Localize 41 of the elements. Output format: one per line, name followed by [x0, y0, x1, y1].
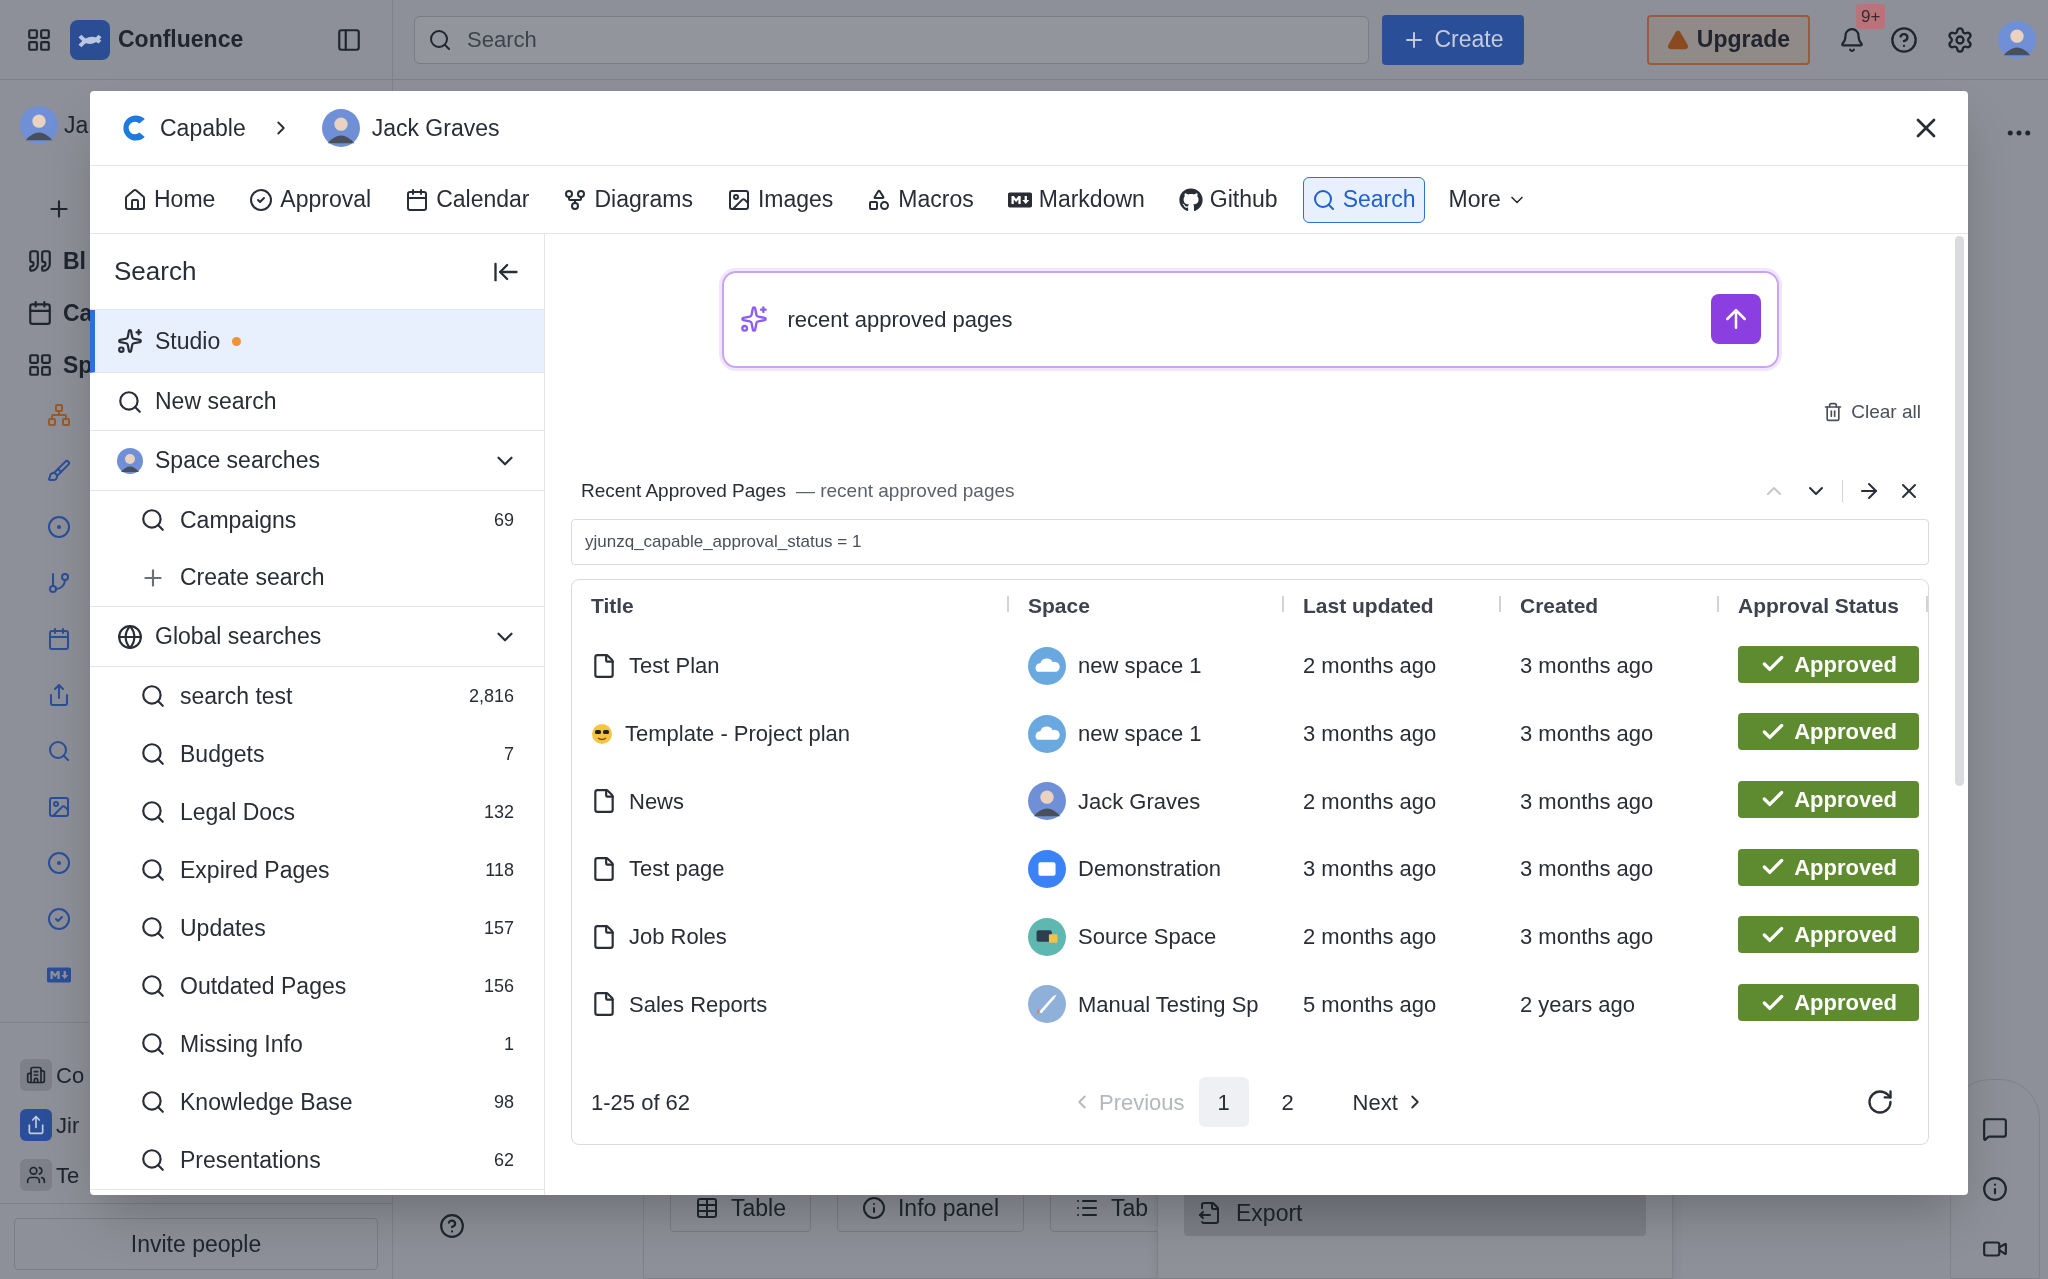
table-cell: 2 months ago [1303, 788, 1437, 814]
pagination-range: 1-25 of 62 [591, 1088, 692, 1117]
result-count: 118 [485, 858, 514, 882]
status-badge: Approved [1738, 713, 1919, 751]
notification-badge: 9+ [1856, 3, 1886, 29]
table-cell: 3 months ago [1520, 924, 1654, 950]
space-name: Manual Testing Sp [1078, 990, 1259, 1019]
table-cell: 2 months ago [1303, 924, 1437, 950]
result-count: 132 [483, 800, 514, 824]
space-name: new space 1 [1078, 652, 1202, 681]
product-name: Confluence [118, 25, 244, 55]
result-count: 157 [483, 916, 514, 940]
panel-title: Search [114, 255, 197, 288]
result-count: 7 [504, 742, 514, 766]
result-count: 69 [493, 508, 514, 532]
table-cell: 3 months ago [1303, 856, 1437, 882]
table-cell: 2 months ago [1303, 653, 1437, 679]
table-cell: 3 months ago [1303, 721, 1437, 747]
user-name: Ja [64, 110, 89, 140]
table-cell: 5 months ago [1303, 991, 1437, 1017]
status-badge: Approved [1738, 984, 1919, 1022]
table-cell: 3 months ago [1520, 721, 1654, 747]
space-name: Source Space [1078, 923, 1217, 952]
status-badge: Approved [1738, 848, 1919, 886]
space-name: Demonstration [1078, 855, 1222, 884]
result-count: 62 [493, 1148, 514, 1172]
result-count: 2,816 [468, 684, 514, 708]
table-cell: 3 months ago [1520, 788, 1654, 814]
space-name: new space 1 [1078, 720, 1202, 749]
status-badge: Approved [1738, 645, 1919, 683]
status-badge: Approved [1738, 780, 1919, 818]
table-cell: 2 years ago [1520, 991, 1635, 1017]
table-cell: 3 months ago [1520, 856, 1654, 882]
table-cell: 3 months ago [1520, 653, 1654, 679]
result-count: 1 [504, 1032, 514, 1056]
status-badge: Approved [1738, 916, 1919, 954]
space-name: Jack Graves [1078, 787, 1201, 816]
result-title: Recent Approved Pages [581, 478, 786, 503]
result-count: 98 [493, 1090, 514, 1114]
result-subtitle: — recent approved pages [795, 478, 1015, 503]
result-count: 156 [483, 974, 514, 998]
